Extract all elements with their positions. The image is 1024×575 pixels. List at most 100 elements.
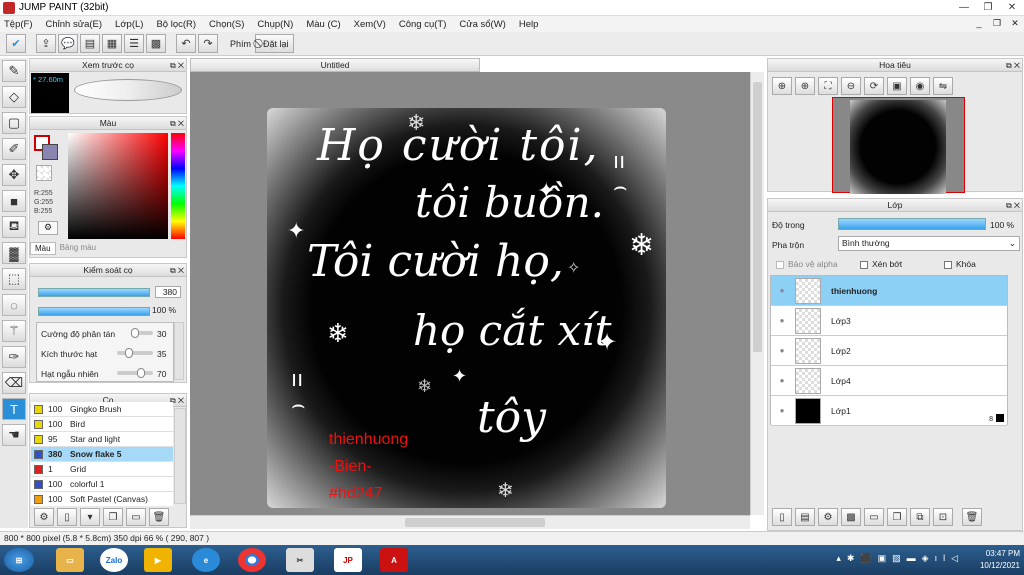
layer-visibility-icon[interactable]: ● (771, 346, 793, 355)
tray-icons[interactable]: ▴✱⬛▣▨▬◈ıl◁ (836, 553, 964, 564)
menu-select[interactable]: Chọn(S) (209, 19, 244, 30)
layer-folder-icon[interactable]: ▭ (864, 508, 884, 526)
delete-layer-icon[interactable]: 🗑 (962, 508, 982, 526)
paint-tool-icon[interactable]: ✂ (286, 548, 314, 572)
move-tool-icon[interactable]: ✥ (2, 164, 26, 186)
lasso-tool-icon[interactable]: ◌ (2, 294, 26, 316)
reset-view-icon[interactable]: ◉ (910, 77, 930, 95)
media-player-icon[interactable]: ▶ (144, 548, 172, 572)
panel-close-icon[interactable]: ⧉ ✕ (170, 265, 184, 277)
folder-icon[interactable]: ▭ (126, 508, 146, 526)
navigator-viewport[interactable] (832, 97, 965, 194)
minimize-button[interactable]: — (952, 0, 976, 14)
duplicate-layer-icon[interactable]: ❐ (887, 508, 907, 526)
maximize-button[interactable]: ❐ (976, 0, 1000, 14)
fill-tool-icon[interactable]: ⛾ (2, 216, 26, 238)
list-icon[interactable]: ☰ (124, 34, 144, 53)
menu-help[interactable]: Help (519, 19, 539, 30)
doc-minimize-button[interactable]: _ (970, 16, 988, 30)
menu-edit[interactable]: Chỉnh sửa(E) (46, 19, 103, 30)
text-tool-icon[interactable]: T (2, 398, 26, 420)
brush-tool-icon[interactable]: ✎ (2, 60, 26, 82)
layer-row[interactable]: ● Lớp3 (771, 306, 1007, 336)
chrome-icon[interactable] (238, 548, 266, 572)
layer-visibility-icon[interactable]: ● (771, 316, 793, 325)
lasso-select-icon[interactable]: ⬚ (2, 268, 26, 290)
layer-settings-icon[interactable]: ⚙ (818, 508, 838, 526)
new-layer-icon[interactable]: ▯ (772, 508, 792, 526)
brush-opacity-slider[interactable] (38, 307, 150, 316)
brush-list-item[interactable]: 1 Grid (31, 462, 173, 477)
zalo-icon[interactable]: Zalo (100, 548, 128, 572)
panel-close-icon[interactable]: ⧉ ✕ (1006, 60, 1020, 72)
hue-slider[interactable] (171, 133, 185, 239)
close-button[interactable]: ✕ (1000, 0, 1024, 14)
brush-list-item[interactable]: 95 Star and light (31, 432, 173, 447)
delete-brush-icon[interactable]: 🗑 (149, 508, 169, 526)
layer-visibility-icon[interactable]: ● (771, 406, 793, 415)
menu-window[interactable]: Cửa sổ(W) (459, 19, 505, 30)
menu-color[interactable]: Màu (C) (306, 19, 340, 30)
selection-eraser-icon[interactable]: ⌫ (2, 372, 26, 394)
lock-checkbox[interactable]: Khóa (944, 259, 976, 269)
brush-list-scrollbar[interactable] (174, 408, 186, 504)
brush-menu-icon[interactable]: ▾ (80, 508, 100, 526)
smudge-tool-icon[interactable]: ✐ (2, 138, 26, 160)
document-tab[interactable]: Untitled (190, 58, 480, 72)
eraser-tool-icon[interactable]: ◇ (2, 86, 26, 108)
undo-icon[interactable]: ↶ (176, 34, 196, 53)
zoom-out-icon[interactable]: ⊖ (841, 77, 861, 95)
start-button[interactable]: ⊞ (4, 548, 34, 572)
particle-slider[interactable] (117, 348, 153, 358)
rotate-icon[interactable]: ⟳ (864, 77, 884, 95)
check-icon[interactable]: ✔ (6, 34, 26, 53)
menu-layer[interactable]: Lớp(L) (115, 19, 143, 30)
brush-list-item[interactable]: 100 Gingko Brush (31, 402, 173, 417)
menu-capture[interactable]: Chụp(N) (257, 19, 293, 30)
layer-mask-icon[interactable]: ▩ (841, 508, 861, 526)
doc-close-button[interactable]: ✕ (1006, 16, 1024, 30)
new-brush-icon[interactable]: ▯ (57, 508, 77, 526)
layer-row[interactable]: ● Lớp1 8 (771, 396, 1007, 426)
document-icon[interactable]: ▦ (102, 34, 122, 53)
internet-explorer-icon[interactable]: e (192, 548, 220, 572)
doc-restore-button[interactable]: ❐ (988, 16, 1006, 30)
layer-row[interactable]: ● Lớp4 (771, 366, 1007, 396)
brush-list-item[interactable]: 100 Soft Pastel (Canvas) (31, 492, 173, 506)
reset-button[interactable]: ⃠Đặt lại (255, 34, 294, 53)
tab-color[interactable]: Màu (30, 242, 56, 255)
brush-list-item[interactable]: 100 Bird (31, 417, 173, 432)
artboard[interactable]: Họ cười tôi, tôi buồn. Tôi cười họ, họ c… (267, 108, 666, 508)
layer-row[interactable]: ● thienhuong (771, 276, 1007, 306)
file-explorer-icon[interactable]: ▭ (56, 548, 84, 572)
panel-close-icon[interactable]: ⧉ ✕ (1006, 200, 1020, 212)
jump-paint-icon[interactable]: JP (334, 548, 362, 572)
selection-pen-icon[interactable]: ✑ (2, 346, 26, 368)
brush-list-item[interactable]: 380 Snow flake 5 (31, 447, 173, 462)
menu-view[interactable]: Xem(V) (354, 19, 386, 30)
brush-size-slider[interactable] (38, 288, 150, 297)
panel-close-icon[interactable]: ⧉ ✕ (170, 118, 184, 130)
actual-size-icon[interactable]: ▣ (887, 77, 907, 95)
brush-size-field[interactable]: 380 (155, 286, 181, 298)
transparent-color-swatch[interactable] (36, 165, 52, 181)
pdf-reader-icon[interactable]: A (380, 548, 408, 572)
color-picker-square[interactable] (68, 133, 168, 239)
canvas-vertical-scrollbar[interactable] (750, 72, 764, 515)
clear-layer-icon[interactable]: ⊡ (933, 508, 953, 526)
gradient-tool-icon[interactable]: ▓ (2, 242, 26, 264)
redo-icon[interactable]: ↷ (198, 34, 218, 53)
panel-close-icon[interactable]: ⧉ ✕ (170, 60, 184, 72)
menu-tools[interactable]: Công cụ(T) (399, 19, 447, 30)
comment-icon[interactable]: 💬 (58, 34, 78, 53)
menu-file[interactable]: Tệp(F) (4, 19, 33, 30)
fit-screen-icon[interactable]: ⛶ (818, 77, 838, 95)
brush-list-item[interactable]: 100 colorful 1 (31, 477, 173, 492)
zoom-in-icon[interactable]: ⊕ (795, 77, 815, 95)
protect-alpha-checkbox[interactable]: Bảo vệ alpha (776, 259, 838, 269)
duplicate-brush-icon[interactable]: ❐ (103, 508, 123, 526)
flip-icon[interactable]: ⇋ (933, 77, 953, 95)
layer-visibility-icon[interactable]: ● (771, 286, 793, 295)
layer-visibility-icon[interactable]: ● (771, 376, 793, 385)
shape-tool-icon[interactable]: ■ (2, 190, 26, 212)
